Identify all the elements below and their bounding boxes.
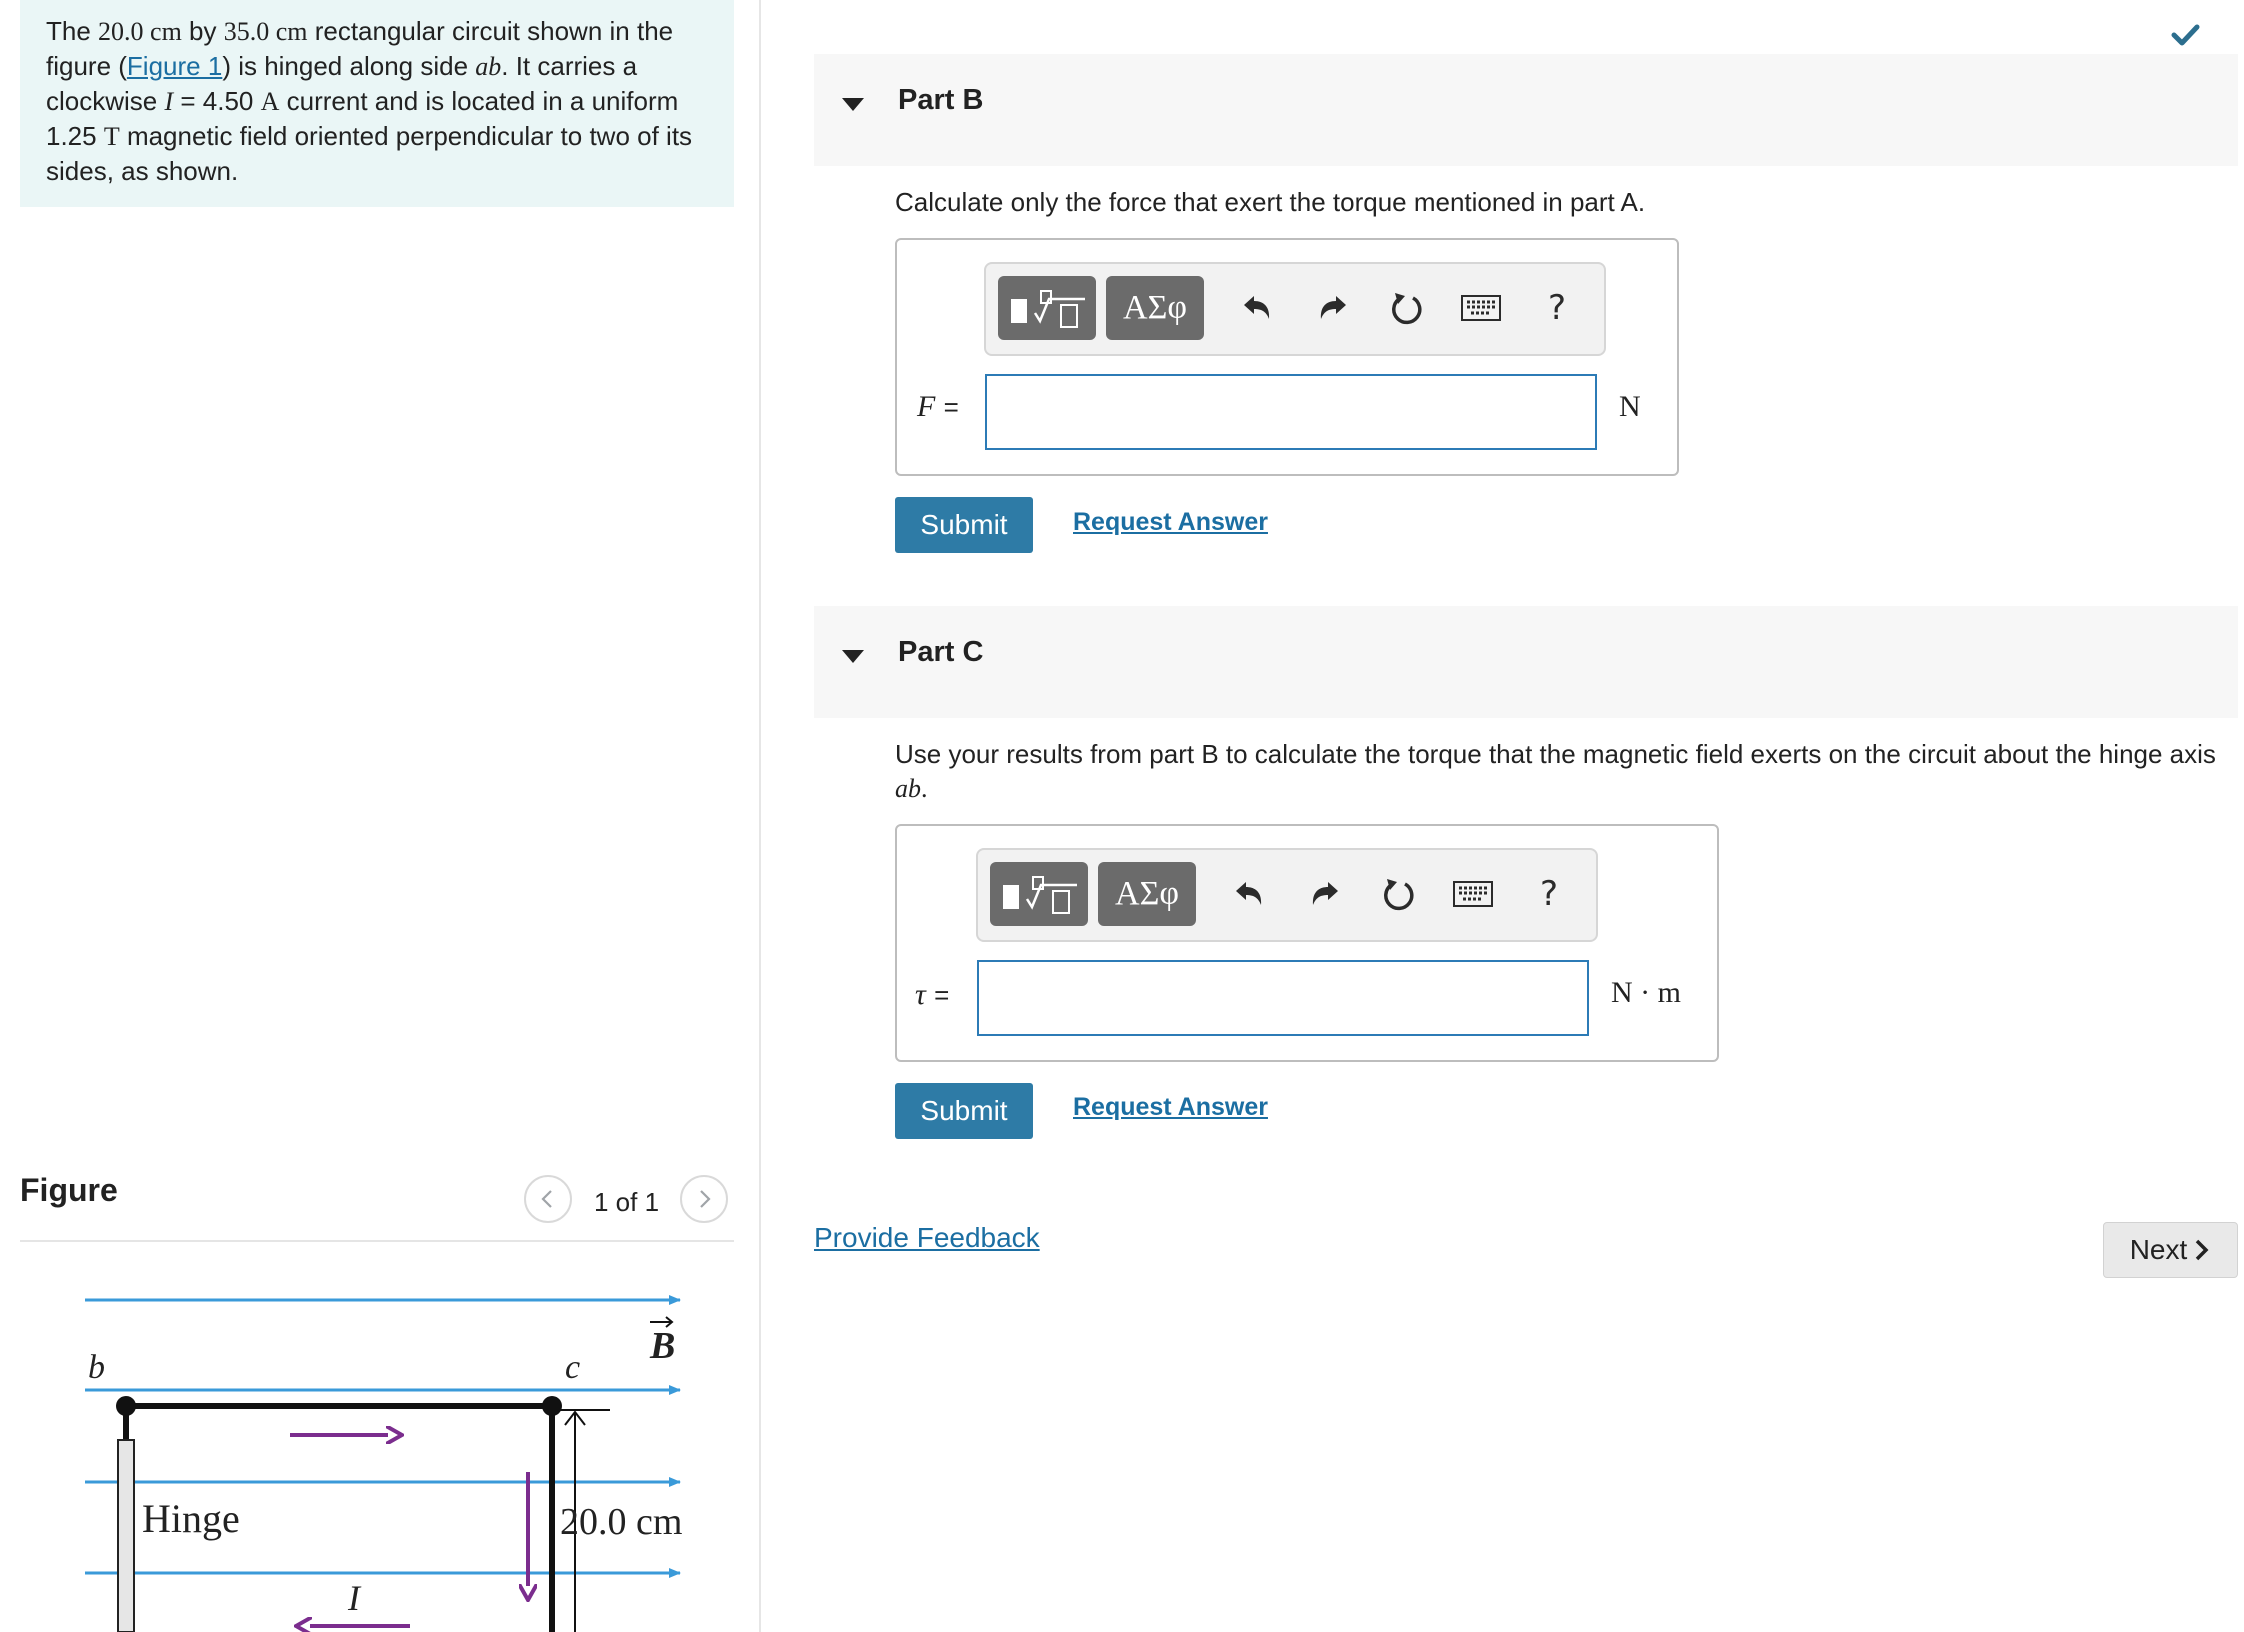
math-dimension-1: 20.0 cm (98, 17, 182, 46)
label-current: I (347, 1578, 362, 1618)
math-current-symbol: I (164, 87, 174, 116)
figure-next-button[interactable] (680, 1175, 728, 1223)
reset-icon (1392, 293, 1422, 325)
label-dimension: 20.0 cm (560, 1501, 682, 1543)
figure-link[interactable]: Figure 1 (127, 51, 222, 81)
templates-icon (1003, 876, 1077, 914)
math-toolbar: ΑΣφ ? (984, 262, 1606, 356)
current-arrows (290, 1435, 528, 1626)
help-button[interactable]: ? (1526, 868, 1572, 920)
chevron-left-icon (541, 1190, 552, 1208)
provide-feedback-link[interactable]: Provide Feedback (814, 1222, 1040, 1254)
next-button[interactable]: Next (2103, 1222, 2238, 1278)
undo-button[interactable] (1226, 868, 1272, 920)
figure-divider (20, 1240, 734, 1242)
equals-sign: = (934, 980, 950, 1010)
keyboard-button[interactable] (1458, 282, 1504, 334)
keyboard-button[interactable] (1450, 868, 1496, 920)
label-c: c (565, 1349, 580, 1386)
redo-icon (1312, 882, 1338, 905)
problem-text: The (46, 16, 99, 46)
help-icon: ? (1547, 288, 1567, 328)
chevron-right-icon (2196, 1239, 2209, 1261)
triangle-down-icon (842, 98, 864, 111)
panel-divider (759, 0, 761, 1632)
greek-icon: ΑΣφ (1115, 875, 1179, 912)
part-c-variable-label: τ = (915, 978, 949, 1012)
part-b-variable-label: F = (917, 390, 959, 424)
part-b-answer-box: ΑΣφ ? F = N (895, 238, 1679, 476)
part-c-question: Use your results from part B to calculat… (895, 737, 2225, 806)
part-b-question: Calculate only the force that exert the … (895, 187, 1646, 217)
part-c-answer-input[interactable] (977, 960, 1589, 1036)
triangle-down-icon (842, 650, 864, 663)
reset-button[interactable] (1384, 282, 1430, 334)
part-b-submit-button[interactable]: Submit (895, 497, 1033, 553)
circuit-figure: b c B Hinge 20.0 cm I (85, 1295, 682, 1632)
chevron-right-icon (700, 1190, 711, 1208)
part-c-request-answer-link[interactable]: Request Answer (1073, 1093, 1268, 1122)
help-button[interactable]: ? (1534, 282, 1580, 334)
problem-text: ) is hinged along side (222, 51, 476, 81)
label-b: b (88, 1349, 105, 1386)
problem-text: = 4.50 (173, 86, 261, 116)
reset-icon (1384, 879, 1414, 911)
greek-icon: ΑΣφ (1123, 289, 1187, 326)
part-c-submit-button[interactable]: Submit (895, 1083, 1033, 1139)
part-b-header[interactable]: Part B (814, 54, 2238, 166)
variable-F: F (917, 390, 936, 423)
part-b-answer-input[interactable] (985, 374, 1597, 450)
problem-text: by (181, 16, 224, 46)
math-unit-ampere: A (260, 87, 280, 116)
undo-icon (1244, 296, 1270, 319)
part-c-answer-box: ΑΣφ ? τ = N · m (895, 824, 1719, 1062)
help-icon: ? (1539, 874, 1559, 914)
templates-button[interactable] (990, 862, 1088, 926)
redo-button[interactable] (1302, 868, 1348, 920)
variable-tau: τ (915, 978, 926, 1011)
math-ab: ab (895, 774, 921, 803)
redo-button[interactable] (1310, 282, 1356, 334)
greek-button[interactable]: ΑΣφ (1106, 276, 1204, 340)
templates-icon (1011, 290, 1085, 328)
check-icon (2171, 24, 2200, 46)
next-label: Next (2129, 1234, 2188, 1265)
keyboard-icon (1453, 881, 1493, 907)
redo-icon (1320, 296, 1346, 319)
label-field-B: B (649, 1325, 675, 1367)
figure-counter: 1 of 1 (594, 1187, 660, 1217)
part-b-title: Part B (898, 84, 984, 116)
math-toolbar: ΑΣφ ? (976, 848, 1598, 942)
problem-text: magnetic field oriented perpendicular to… (46, 121, 693, 186)
math-dimension-2: 35.0 cm (223, 17, 308, 46)
label-hinge: Hinge (142, 1496, 240, 1541)
equals-sign: = (943, 392, 959, 422)
part-c-question-text: Use your results from part B to calculat… (895, 739, 2216, 769)
greek-button[interactable]: ΑΣφ (1098, 862, 1196, 926)
keyboard-icon (1461, 295, 1501, 321)
math-unit-tesla: T (103, 122, 120, 151)
problem-statement: The 20.0 cm by 35.0 cm rectangular circu… (20, 0, 734, 207)
undo-icon (1236, 882, 1262, 905)
templates-button[interactable] (998, 276, 1096, 340)
reset-button[interactable] (1376, 868, 1422, 920)
math-side-ab: ab (475, 52, 502, 81)
figure-title: Figure (20, 1172, 118, 1208)
figure-prev-button[interactable] (524, 1175, 572, 1223)
undo-button[interactable] (1234, 282, 1280, 334)
part-c-title: Part C (898, 636, 984, 668)
part-b-request-answer-link[interactable]: Request Answer (1073, 508, 1268, 537)
part-b-unit: N (1619, 390, 1641, 423)
question-period: . (921, 774, 928, 803)
part-c-unit: N · m (1611, 976, 1681, 1009)
part-c-header[interactable]: Part C (814, 606, 2238, 718)
